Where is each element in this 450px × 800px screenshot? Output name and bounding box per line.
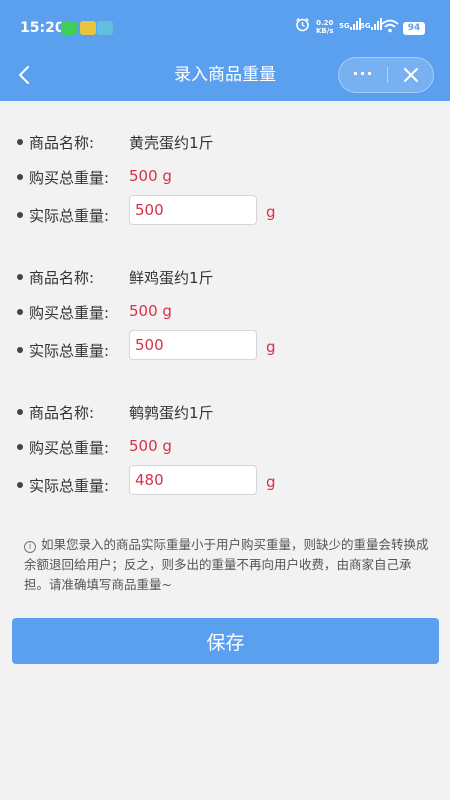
close-button[interactable]	[388, 58, 434, 92]
actual-weight-row: 实际总重量: g	[0, 195, 450, 235]
network-speed: 0.20 KB/s	[316, 19, 334, 35]
info-icon: i	[24, 541, 36, 553]
bullet-icon	[17, 347, 23, 353]
signal-icon: 5G	[339, 18, 361, 30]
bullet-icon	[17, 409, 23, 415]
bought-weight-row: 购买总重量: 500 g	[0, 430, 450, 465]
signal-icon-2: 5G	[360, 18, 382, 30]
bought-weight-label: 购买总重量:	[29, 439, 110, 457]
product-name: 黄壳蛋约1斤	[129, 134, 214, 152]
bought-weight-label: 购买总重量:	[29, 169, 110, 187]
status-bar: 15:20 0.20 KB/s 5G 5G 94	[0, 0, 450, 50]
actual-weight-label: 实际总重量:	[29, 342, 110, 360]
bought-weight-row: 购买总重量: 500 g	[0, 160, 450, 195]
app-notification-icon	[80, 21, 96, 35]
product-name-label: 商品名称:	[29, 134, 95, 152]
bought-weight-value: 500 g	[129, 302, 172, 320]
actual-weight-label: 实际总重量:	[29, 477, 110, 495]
product-name-row: 商品名称: 鹌鹑蛋约1斤	[0, 395, 450, 430]
battery-indicator: 94	[403, 22, 425, 35]
bought-weight-row: 购买总重量: 500 g	[0, 295, 450, 330]
wifi-icon	[381, 18, 399, 37]
wechat-notification-icon	[61, 21, 77, 35]
bullet-icon	[17, 444, 23, 450]
bullet-icon	[17, 274, 23, 280]
bullet-icon	[17, 212, 23, 218]
product-list: 商品名称: 黄壳蛋约1斤 购买总重量: 500 g 实际总重量: g 商品名称:…	[0, 101, 450, 505]
product-name-label: 商品名称:	[29, 269, 95, 287]
bullet-icon	[17, 482, 23, 488]
bullet-icon	[17, 139, 23, 145]
save-button[interactable]: 保存	[12, 618, 439, 664]
close-icon	[404, 68, 418, 82]
bought-weight-value: 500 g	[129, 167, 172, 185]
product-name: 鲜鸡蛋约1斤	[129, 269, 214, 287]
status-time: 15:20	[20, 20, 65, 36]
header: 15:20 0.20 KB/s 5G 5G 94 录入商品重量 ···	[0, 0, 450, 101]
actual-weight-input[interactable]	[129, 465, 257, 495]
mini-program-capsule: ···	[338, 57, 434, 93]
alarm-icon	[295, 17, 310, 36]
bought-weight-value: 500 g	[129, 437, 172, 455]
actual-weight-row: 实际总重量: g	[0, 465, 450, 505]
product-group: 商品名称: 鹌鹑蛋约1斤 购买总重量: 500 g 实际总重量: g	[0, 395, 450, 505]
weight-unit: g	[266, 338, 276, 356]
product-name-row: 商品名称: 鲜鸡蛋约1斤	[0, 260, 450, 295]
actual-weight-input[interactable]	[129, 195, 257, 225]
notice-text: 如果您录入的商品实际重量小于用户购买重量，则缺少的重量会转换成余额退回给用户；反…	[24, 537, 429, 592]
notice: i 如果您录入的商品实际重量小于用户购买重量，则缺少的重量会转换成余额退回给用户；…	[24, 535, 436, 595]
product-group: 商品名称: 黄壳蛋约1斤 购买总重量: 500 g 实际总重量: g	[0, 125, 450, 235]
actual-weight-row: 实际总重量: g	[0, 330, 450, 370]
product-name-row: 商品名称: 黄壳蛋约1斤	[0, 125, 450, 160]
more-button[interactable]: ···	[339, 58, 387, 92]
app-notification-icon-2	[97, 21, 113, 35]
bought-weight-label: 购买总重量:	[29, 304, 110, 322]
actual-weight-input[interactable]	[129, 330, 257, 360]
product-group: 商品名称: 鲜鸡蛋约1斤 购买总重量: 500 g 实际总重量: g	[0, 260, 450, 370]
weight-unit: g	[266, 203, 276, 221]
weight-unit: g	[266, 473, 276, 491]
bullet-icon	[17, 174, 23, 180]
product-name-label: 商品名称:	[29, 404, 95, 422]
product-name: 鹌鹑蛋约1斤	[129, 404, 214, 422]
bullet-icon	[17, 309, 23, 315]
actual-weight-label: 实际总重量:	[29, 207, 110, 225]
